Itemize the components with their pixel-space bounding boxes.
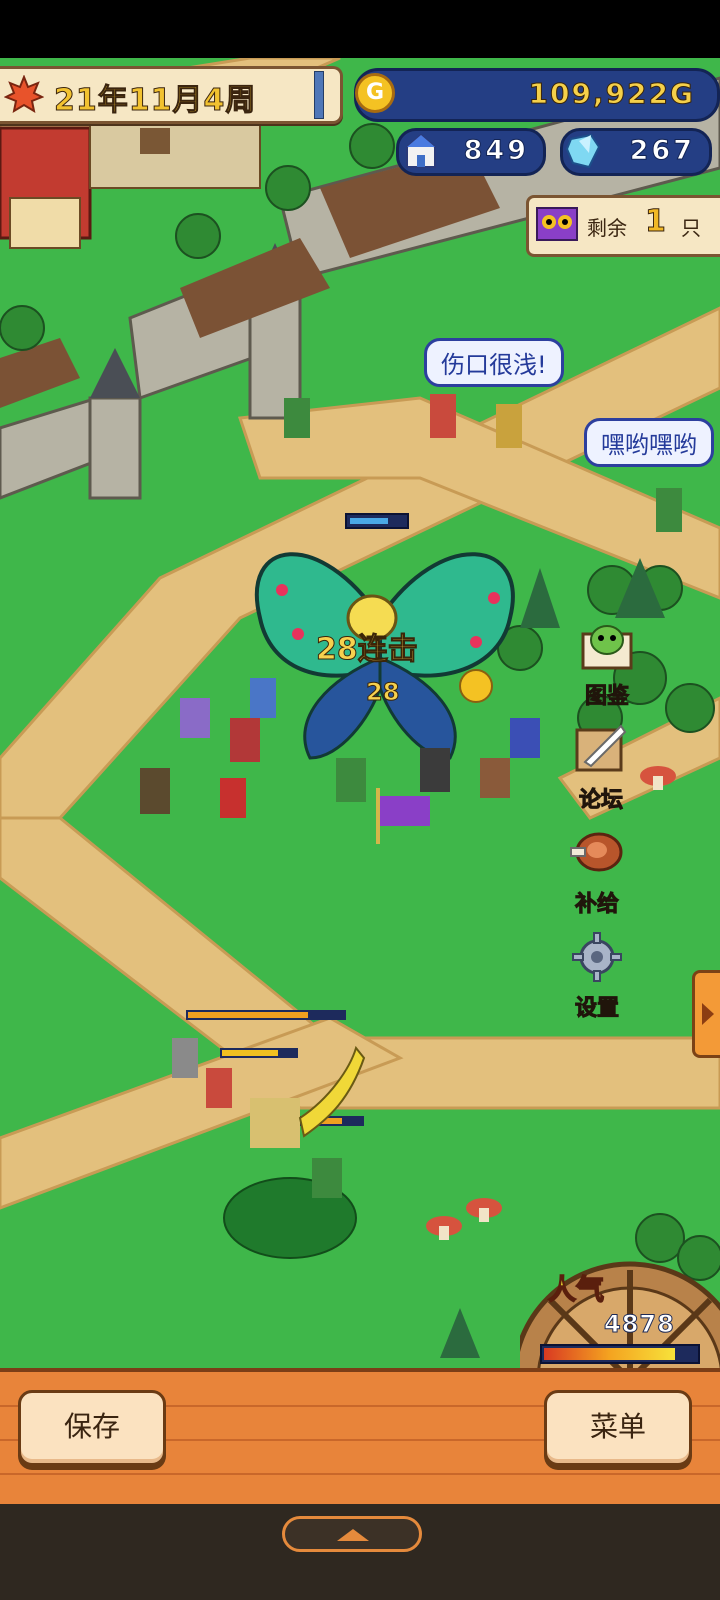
speech-bubble: 嘿哟嘿哟 [584,418,714,467]
monsters-remaining-panel[interactable]: 剩余 1 只 [526,195,720,257]
dragon-book-icon [581,625,633,670]
maple-leaf-icon [4,75,44,114]
settings-button[interactable]: 设置 [556,930,638,1022]
gold-panel: G 109,922G [354,68,720,122]
popularity-label: 人气 [547,1272,605,1307]
expand-handle[interactable] [282,1516,422,1552]
popularity-bar [540,1344,700,1364]
status-bar [0,0,720,58]
chevron-right-icon [702,1003,714,1025]
crystal-icon [565,133,601,169]
settings-label: 设置 [574,996,619,1022]
supply-button[interactable]: 补给 [556,826,638,918]
speech-bubble: 伤口很浅! [424,338,564,387]
navigation-bar [0,1504,720,1600]
popularity-value: 4878 [604,1310,675,1339]
encyclopedia-button[interactable]: 图鉴 [566,618,648,710]
remaining-unit: 只 [681,216,701,240]
encyclopedia-label: 图鉴 [584,684,629,710]
side-panel-toggle[interactable] [692,970,720,1058]
save-button[interactable]: 保存 [18,1390,166,1466]
gold-coin-icon: G [355,73,395,113]
game-date: 21年11月4周 [53,83,257,119]
gear-icon [572,932,622,982]
gem-count: 267 [629,135,695,167]
gold-amount: 109,922G [528,77,695,111]
date-progress-bar [314,71,324,119]
gem-panel: 267 [560,128,712,176]
supply-label: 补给 [574,892,619,918]
population-panel: 849 [396,128,546,176]
monster-face-icon [536,207,578,241]
date-panel: 21年11月4周 [0,66,343,124]
forum-label: 论坛 [578,788,623,814]
meat-icon [570,832,623,872]
building-icon [406,133,436,168]
remaining-label: 剩余 [587,216,627,240]
quill-icon [575,724,627,772]
bottom-toolbar: 保存 菜单 [0,1368,720,1504]
menu-button[interactable]: 菜单 [544,1390,692,1466]
population-count: 849 [463,135,529,167]
chevron-up-icon [337,1529,369,1541]
forum-button[interactable]: 论坛 [560,722,642,814]
remaining-count: 1 [645,204,667,240]
combo-counter: 28连击 [316,632,419,668]
damage-number: 28 [365,678,400,707]
popularity-bar-fill [544,1348,675,1360]
